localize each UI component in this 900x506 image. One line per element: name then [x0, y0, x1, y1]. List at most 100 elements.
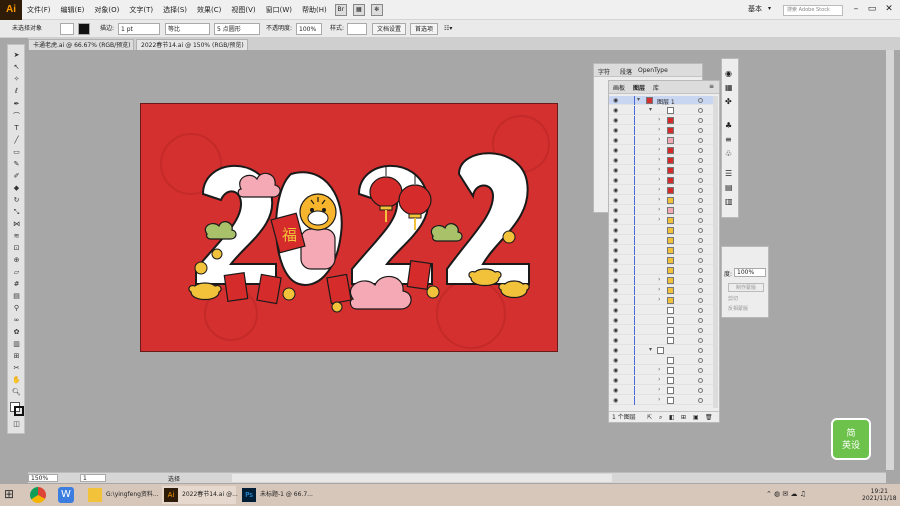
gpu-icon[interactable]: ✻	[370, 3, 383, 16]
target-circle-icon[interactable]	[698, 318, 703, 323]
taskbar-clock[interactable]: 19:21 2021/11/18	[862, 488, 897, 502]
stock-search-input[interactable]: 搜索 Adobe Stock	[783, 5, 843, 16]
layer-row[interactable]: ◉	[609, 246, 713, 255]
eye-icon[interactable]: ◉	[613, 107, 618, 114]
tab-paragraph[interactable]: 段落	[620, 67, 632, 76]
layer-row[interactable]: ◉ ›	[609, 116, 713, 125]
chevron-right-icon[interactable]: ›	[658, 126, 660, 133]
eye-icon[interactable]: ◉	[613, 347, 618, 354]
eye-icon[interactable]: ◉	[613, 197, 618, 204]
layer-row[interactable]: ◉ ›	[609, 186, 713, 195]
eyedropper-icon[interactable]: ⚲	[11, 304, 22, 313]
layer-row[interactable]: ◉ ›	[609, 296, 713, 305]
eye-icon[interactable]: ◉	[613, 367, 618, 374]
direct-selection-icon[interactable]: ↖	[11, 63, 22, 72]
symbol-sprayer-icon[interactable]: ✿	[11, 328, 22, 337]
chevron-right-icon[interactable]: ›	[658, 386, 660, 393]
brushes-icon[interactable]: ✤	[725, 97, 732, 106]
scale-icon[interactable]: ⤡	[11, 208, 22, 217]
chevron-right-icon[interactable]: ›	[658, 136, 660, 143]
taskbar-app-photoshop[interactable]: Ps 未标题-1 @ 66.7...	[240, 486, 313, 504]
drawing-modes-icon[interactable]: ◫	[11, 420, 22, 429]
layer-row[interactable]: ◉ ›	[609, 146, 713, 155]
menu-help[interactable]: 帮助(H)	[297, 5, 332, 15]
layer-row[interactable]: ◉ ›	[609, 396, 713, 405]
bridge-icon[interactable]: Br	[334, 3, 347, 16]
layer-row[interactable]: ◉	[609, 356, 713, 365]
minimize-icon[interactable]: –	[848, 3, 864, 16]
type-tool-icon[interactable]: T	[11, 124, 22, 133]
zoom-icon[interactable]: 🔍︎	[11, 388, 22, 397]
eye-icon[interactable]: ◉	[613, 317, 618, 324]
eye-icon[interactable]: ◉	[613, 187, 618, 194]
eye-icon[interactable]: ◉	[613, 97, 618, 104]
chevron-right-icon[interactable]: ›	[658, 216, 660, 223]
chevron-down-icon[interactable]: ▾	[637, 96, 640, 103]
chevron-down-icon[interactable]: ▾	[768, 5, 771, 12]
layer-row[interactable]: ◉ ›	[609, 366, 713, 375]
taskbar-app-explorer[interactable]: G:\yingfeng资料...	[86, 486, 159, 504]
clipping-mask-icon[interactable]: ◧	[669, 412, 675, 424]
chevron-down-icon[interactable]: ▾	[649, 346, 652, 353]
blend-icon[interactable]: ∞	[11, 316, 22, 325]
chevron-right-icon[interactable]: ›	[658, 176, 660, 183]
eye-icon[interactable]: ◉	[613, 237, 618, 244]
target-circle-icon[interactable]	[698, 278, 703, 283]
chevron-right-icon[interactable]: ›	[658, 146, 660, 153]
menu-view[interactable]: 视图(V)	[226, 5, 260, 15]
target-circle-icon[interactable]	[698, 138, 703, 143]
mesh-icon[interactable]: #	[11, 280, 22, 289]
layers-icon[interactable]: ☰	[725, 169, 732, 178]
eye-icon[interactable]: ◉	[613, 147, 618, 154]
eye-icon[interactable]: ◉	[613, 287, 618, 294]
target-circle-icon[interactable]	[698, 338, 703, 343]
layer-row[interactable]: ◉ ›	[609, 136, 713, 145]
layer-row[interactable]: ◉	[609, 316, 713, 325]
magic-wand-icon[interactable]: ✧	[11, 75, 22, 84]
shape-builder-icon[interactable]: ⊕	[11, 256, 22, 265]
graph-tool-icon[interactable]: ▥	[11, 340, 22, 349]
artboard[interactable]: 福	[140, 103, 558, 352]
locate-object-icon[interactable]: ⌕	[659, 412, 662, 424]
slice-icon[interactable]: ✂	[11, 364, 22, 373]
target-circle-icon[interactable]	[698, 238, 703, 243]
layer-row[interactable]: ◉ ›	[609, 216, 713, 225]
invert-mask-checkbox[interactable]: 反相蒙版	[728, 305, 748, 312]
chevron-down-icon[interactable]: ▾	[649, 106, 652, 113]
menu-object[interactable]: 对象(O)	[89, 5, 124, 15]
eye-icon[interactable]: ◉	[613, 227, 618, 234]
symbols-icon[interactable]: ♣	[725, 121, 732, 130]
artboard-tool-icon[interactable]: ⊞	[11, 352, 22, 361]
eye-icon[interactable]: ◉	[613, 267, 618, 274]
color-icon[interactable]: ◉	[725, 69, 732, 78]
perspective-icon[interactable]: ▱	[11, 268, 22, 277]
clip-checkbox[interactable]: 剪切	[728, 295, 738, 302]
chevron-right-icon[interactable]: ›	[658, 296, 660, 303]
layer-row[interactable]: ◉ ›	[609, 156, 713, 165]
layer-row[interactable]: ◉ ›	[609, 276, 713, 285]
style-select[interactable]	[347, 23, 367, 35]
target-circle-icon[interactable]	[698, 378, 703, 383]
layer-row[interactable]: ◉ ›	[609, 206, 713, 215]
target-circle-icon[interactable]	[698, 158, 703, 163]
line-tool-icon[interactable]: ╱	[11, 136, 22, 145]
windows-start-icon[interactable]: ⊞	[4, 487, 20, 503]
eye-icon[interactable]: ◉	[613, 247, 618, 254]
width-tool-icon[interactable]: ⋈	[11, 220, 22, 229]
layer-row-group[interactable]: ◉ ▾	[609, 346, 713, 355]
fill-swatch[interactable]	[60, 23, 74, 35]
target-circle-icon[interactable]	[698, 198, 703, 203]
eye-icon[interactable]: ◉	[613, 307, 618, 314]
stroke-swatch[interactable]	[78, 23, 90, 35]
curvature-icon[interactable]: ⌒	[11, 112, 22, 121]
layer-row-top[interactable]: ◉ ▾ 图层 1	[609, 96, 713, 106]
chevron-right-icon[interactable]: ›	[658, 286, 660, 293]
target-circle-icon[interactable]	[698, 228, 703, 233]
target-circle-icon[interactable]	[698, 178, 703, 183]
layer-row-group[interactable]: ◉ ▾	[609, 106, 713, 115]
target-circle-icon[interactable]	[698, 308, 703, 313]
zoom-select[interactable]: 150%	[28, 474, 58, 482]
line-style-select[interactable]: 等比	[165, 23, 210, 35]
chevron-right-icon[interactable]: ›	[658, 376, 660, 383]
chevron-right-icon[interactable]: ›	[658, 166, 660, 173]
